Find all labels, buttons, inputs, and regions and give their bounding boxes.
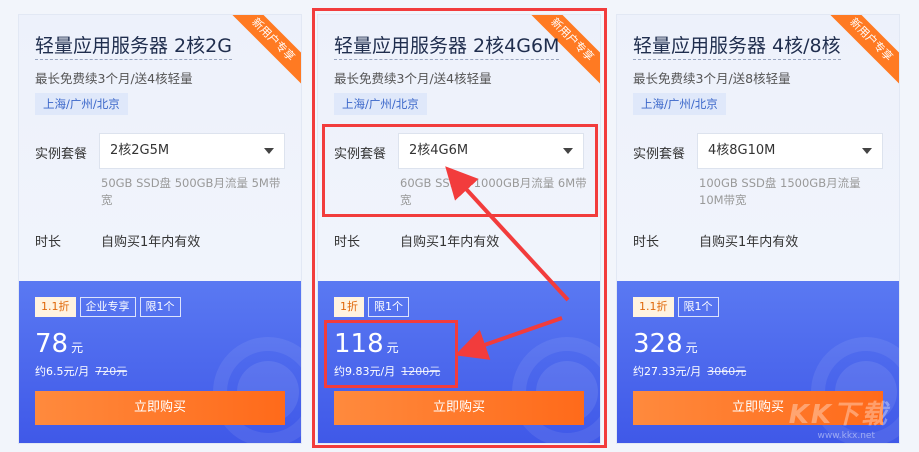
duration-label: 时长: [633, 235, 660, 250]
limit-badge: 限1个: [677, 297, 719, 317]
spec-select[interactable]: 4核8G10M: [697, 133, 883, 169]
price-unit: 元: [685, 341, 698, 355]
monthly-price: 约6.5元/月: [35, 365, 90, 378]
chevron-down-icon: [862, 148, 872, 154]
spec-description: 60GB SSD盘 1000GB月流量 6M带宽: [400, 176, 587, 207]
new-user-ribbon: 新用户专享: [222, 15, 301, 91]
price-amount: 118: [334, 329, 384, 359]
card-title[interactable]: 轻量应用服务器 2核4G6M: [334, 33, 560, 60]
price: 328 元: [633, 329, 698, 359]
watermark-logo: KK下载: [788, 400, 889, 430]
limit-badge: 限1个: [368, 297, 409, 317]
card-title[interactable]: 轻量应用服务器 4核/8核: [633, 33, 841, 60]
region-tag: 上海/广州/北京: [633, 93, 726, 115]
card-subtitle: 最长免费续3个月/送4核轻量: [334, 71, 492, 86]
discount-badge: 1折: [334, 297, 364, 317]
monthly-price-line: 约27.33元/月 3060元: [633, 363, 746, 379]
enterprise-badge: 企业专享: [79, 297, 136, 317]
region-tag: 上海/广州/北京: [35, 93, 128, 115]
spec-select[interactable]: 2核4G6M: [398, 133, 584, 169]
buy-now-button[interactable]: 立即购买: [35, 391, 285, 425]
price: 78 元: [35, 329, 83, 359]
price-unit: 元: [71, 341, 84, 355]
chevron-down-icon: [563, 148, 573, 154]
spec-label: 实例套餐: [35, 147, 88, 162]
card-subtitle: 最长免费续3个月/送8核轻量: [633, 71, 791, 86]
spec-select-value: 2核4G6M: [409, 143, 469, 158]
spec-select[interactable]: 2核2G5M: [99, 133, 285, 169]
original-price: 720元: [95, 365, 128, 378]
buy-now-button[interactable]: 立即购买: [334, 391, 584, 425]
card-subtitle: 最长免费续3个月/送4核轻量: [35, 71, 193, 86]
card-title[interactable]: 轻量应用服务器 2核2G: [35, 33, 232, 60]
price-amount: 78: [35, 329, 69, 359]
spec-select-value: 2核2G5M: [110, 143, 170, 158]
spec-description: 100GB SSD盘 1500GB月流量 10M带宽: [699, 176, 861, 207]
monthly-price-line: 约6.5元/月 720元: [35, 363, 127, 379]
discount-badge: 1.1折: [35, 297, 76, 317]
spec-label: 实例套餐: [334, 147, 387, 162]
duration-value: 自购买1年内有效: [699, 235, 799, 250]
product-card-2c2g: 新用户专享 轻量应用服务器 2核2G 最长免费续3个月/送4核轻量 上海/广州/…: [18, 14, 302, 444]
badge-group: 1.1折 企业专享 限1个: [35, 297, 181, 317]
price-unit: 元: [386, 341, 399, 355]
product-card-4c8g: 新用户专享 轻量应用服务器 4核/8核 最长免费续3个月/送8核轻量 上海/广州…: [616, 14, 900, 444]
product-card-2c4g6m: 新用户专享 轻量应用服务器 2核4G6M 最长免费续3个月/送4核轻量 上海/广…: [317, 14, 601, 444]
discount-badge: 1.1折: [633, 297, 674, 317]
spec-select-value: 4核8G10M: [708, 143, 776, 158]
monthly-price: 约9.83元/月: [334, 365, 396, 378]
duration-value: 自购买1年内有效: [101, 235, 201, 250]
badge-group: 1.1折 限1个: [633, 297, 719, 317]
price-amount: 328: [633, 329, 683, 359]
duration-label: 时长: [334, 235, 361, 250]
watermark-url: www.kkx.net: [817, 431, 876, 441]
region-tag: 上海/广州/北京: [334, 93, 427, 115]
chevron-down-icon: [264, 148, 274, 154]
original-price: 3060元: [707, 365, 747, 378]
limit-badge: 限1个: [139, 297, 181, 317]
original-price: 1200元: [401, 365, 441, 378]
badge-group: 1折 限1个: [334, 297, 409, 317]
monthly-price-line: 约9.83元/月 1200元: [334, 363, 440, 379]
duration-label: 时长: [35, 235, 62, 250]
monthly-price: 约27.33元/月: [633, 365, 702, 378]
price-panel: 1折 限1个 118 元 约9.83元/月 1200元 立即购买: [318, 281, 600, 443]
price-panel: 1.1折 企业专享 限1个 78 元 约6.5元/月 720元 立即购买: [19, 281, 301, 443]
duration-value: 自购买1年内有效: [400, 235, 500, 250]
spec-label: 实例套餐: [633, 147, 686, 162]
spec-description: 50GB SSD盘 500GB月流量 5M带宽: [101, 176, 281, 207]
price: 118 元: [334, 329, 399, 359]
